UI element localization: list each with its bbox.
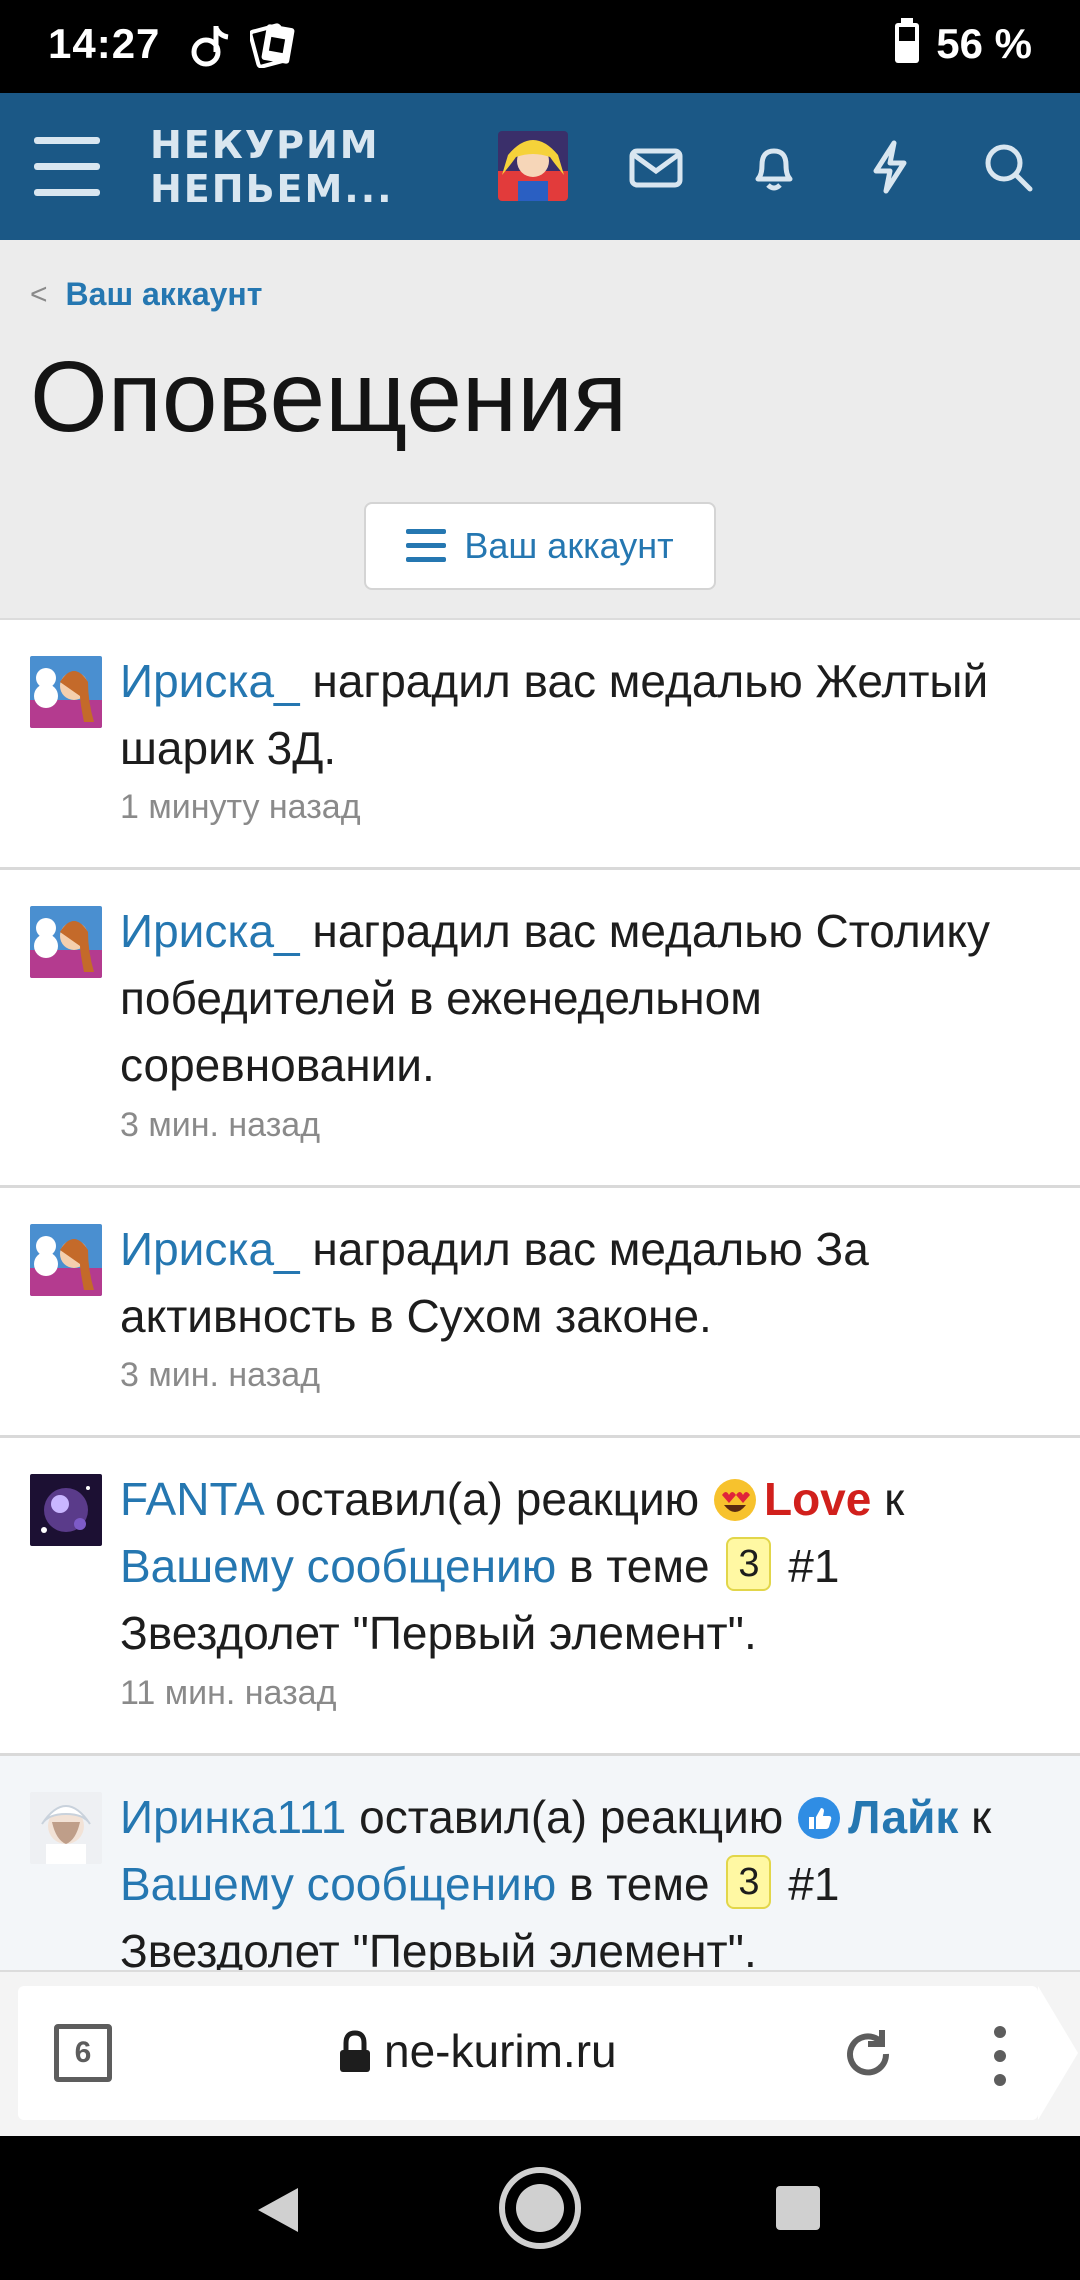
page-content: < Ваш аккаунт Оповещения Ваш аккаунт Ири… [0,240,1080,1970]
lock-icon[interactable] [338,2030,372,2074]
logo-line-2: НЕПЬЕМ... [150,167,394,211]
thumbs-up-icon [798,1797,841,1839]
notification-time: 11 мин. назад [120,1674,337,1712]
system-navigation-bar [0,2136,1080,2280]
thread-prefix-badge: 3 [726,1855,772,1909]
tiktok-icon [191,26,229,67]
account-menu-button[interactable]: Ваш аккаунт [364,502,716,590]
user-link[interactable]: FANTA [120,1473,262,1525]
notification-time: 1 минуту назад [120,788,361,826]
status-time: 14:27 [48,20,161,67]
site-logo[interactable]: НЕКУРИМ НЕПЬЕМ... [150,123,394,211]
sim-icon [250,23,295,68]
thread-prefix-badge: 3 [726,1537,772,1591]
notification-in-thread: в теме [556,1858,723,1910]
reaction-like: Лайк [848,1791,959,1843]
menu-bars-icon [406,529,447,563]
notification-to: к [958,1791,992,1843]
url-text[interactable]: ne-kurim.ru [384,2024,617,2078]
avatar[interactable] [30,1792,102,1864]
notification-to: к [871,1473,905,1525]
avatar[interactable] [30,656,102,728]
content-link[interactable]: Вашему сообщению [120,1540,556,1592]
home-icon[interactable] [496,2164,584,2252]
notification-text: FANTA оставил(а) реакцию Love к Вашему с… [120,1466,1050,1667]
chevron-left-icon: < [30,277,48,311]
user-link[interactable]: Иринка111 [120,1791,346,1843]
reaction-love: Love [763,1473,872,1525]
tab-switcher-button[interactable]: 6 [54,2024,112,2082]
heart-eyes-icon [713,1479,756,1521]
notification-in-thread: в теме [556,1540,723,1592]
user-link[interactable]: Ириска_ [120,655,300,707]
user-avatar[interactable] [498,131,568,201]
notification-text: Ириска_ наградил вас медалью За активнос… [120,1216,1050,1350]
notification-text: Ириска_ наградил вас медалью Желтый шари… [120,648,1050,782]
logo-line-1: НЕКУРИМ [150,123,380,167]
avatar[interactable] [30,906,102,978]
battery-percent: 56 % [936,20,1032,67]
page-header: < Ваш аккаунт Оповещения Ваш аккаунт [0,240,1080,620]
search-icon[interactable] [980,139,1036,195]
notification-item[interactable]: Иринка111 оставил(а) реакцию Лайк к Ваше… [0,1756,1080,1970]
user-link[interactable]: Ириска_ [120,905,300,957]
notification-text: Иринка111 оставил(а) реакцию Лайк к Ваше… [120,1784,1050,1970]
notification-action: оставил(а) реакцию [262,1473,712,1525]
page-title: Оповещения [30,341,628,453]
account-button-label: Ваш аккаунт [464,525,674,566]
notification-time: 3 мин. назад [120,1356,321,1394]
battery-icon [895,18,919,63]
notification-text: Ириска_ наградил вас медалью Столику поб… [120,898,1050,1099]
notification-item[interactable]: FANTA оставил(а) реакцию Love к Вашему с… [0,1438,1080,1756]
back-icon[interactable] [254,2184,304,2236]
site-header: НЕКУРИМ НЕПЬЕМ... [0,93,1080,240]
menu-icon[interactable] [34,137,100,197]
status-bar: 14:27 56 % [0,0,1080,93]
breadcrumb-label: Ваш аккаунт [65,276,263,312]
user-link[interactable]: Ириска_ [120,1223,300,1275]
recents-icon[interactable] [776,2186,820,2230]
notification-action: оставил(а) реакцию [346,1791,797,1843]
more-icon[interactable] [992,2026,1008,2086]
avatar[interactable] [30,1224,102,1296]
bell-icon[interactable] [746,139,802,195]
lightning-icon[interactable] [862,139,918,195]
mail-icon[interactable] [628,139,684,195]
breadcrumb[interactable]: < Ваш аккаунт [30,276,262,313]
notification-item[interactable]: Ириска_ наградил вас медалью Столику поб… [0,870,1080,1188]
notification-item[interactable]: Ириска_ наградил вас медалью За активнос… [0,1188,1080,1438]
url-field[interactable]: 6 ne-kurim.ru [18,1986,1078,2120]
notification-item[interactable]: Ириска_ наградил вас медалью Желтый шари… [0,620,1080,870]
notification-time: 3 мин. назад [120,1106,321,1144]
reload-icon[interactable] [840,2026,896,2082]
avatar[interactable] [30,1474,102,1546]
content-link[interactable]: Вашему сообщению [120,1858,556,1910]
browser-address-bar: 6 ne-kurim.ru [0,1970,1080,2136]
